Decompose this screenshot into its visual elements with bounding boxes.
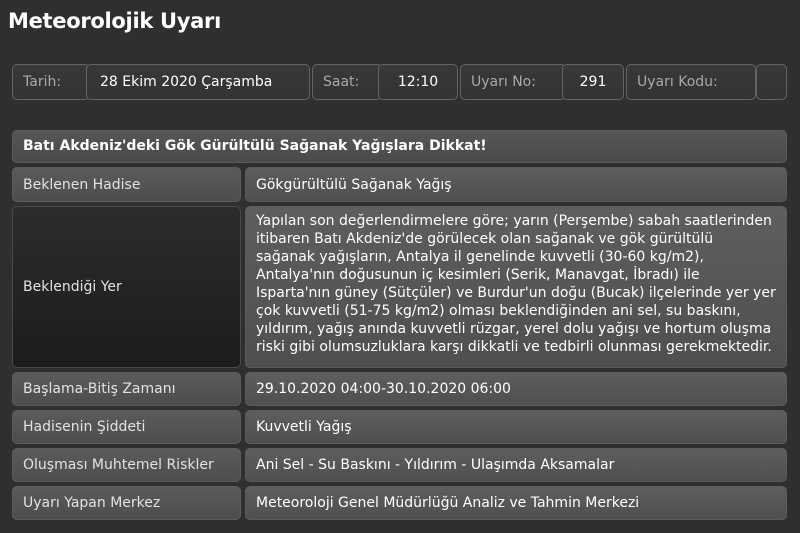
warning-code-label: Uyarı Kodu: <box>626 64 756 100</box>
row-label-severity: Hadisenin Şiddeti <box>12 410 241 444</box>
row-value-issuing-center: Meteoroloji Genel Müdürlüğü Analiz ve Ta… <box>245 486 787 520</box>
date-label: Tarih: <box>12 64 90 100</box>
warning-code-value <box>756 64 787 100</box>
row-value-severity: Kuvvetli Yağış <box>245 410 787 444</box>
warning-headline: Batı Akdeniz'deki Gök Gürültülü Sağanak … <box>12 130 787 163</box>
row-value-possible-risks: Ani Sel - Su Baskını - Yıldırım - Ulaşım… <box>245 448 787 482</box>
row-value-expected-event: Gökgürültülü Sağanak Yağış <box>245 167 787 202</box>
warning-no-value: 291 <box>562 64 624 100</box>
row-label-start-end-time: Başlama-Bitiş Zamanı <box>12 372 241 406</box>
row-label-possible-risks: Oluşması Muhtemel Riskler <box>12 448 241 482</box>
row-label-expected-event: Beklenen Hadise <box>12 167 241 202</box>
row-value-expected-location: Yapılan son değerlendirmelere göre; yarı… <box>245 206 787 368</box>
page-title: Meteorolojik Uyarı <box>8 9 221 33</box>
row-value-start-end-time: 29.10.2020 04:00-30.10.2020 06:00 <box>245 372 787 406</box>
row-label-issuing-center: Uyarı Yapan Merkez <box>12 486 241 520</box>
time-value: 12:10 <box>378 64 458 100</box>
time-label: Saat: <box>312 64 382 100</box>
row-label-expected-location: Beklendiği Yer <box>12 206 241 368</box>
date-value: 28 Ekim 2020 Çarşamba <box>86 64 310 100</box>
warning-no-label: Uyarı No: <box>460 64 566 100</box>
